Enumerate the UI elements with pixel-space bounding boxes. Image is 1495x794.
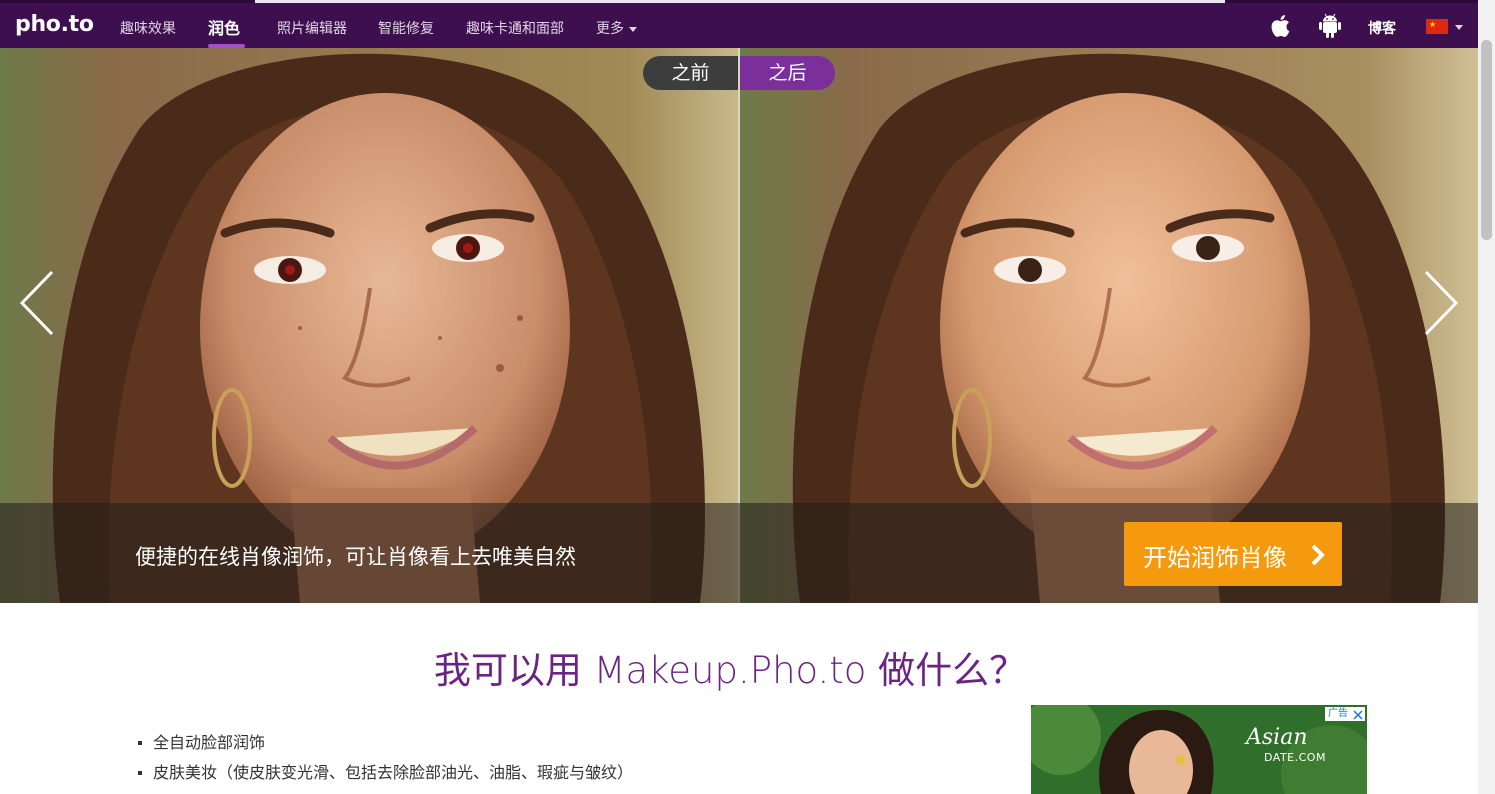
after-toggle-button[interactable]: 之后 xyxy=(740,56,835,90)
list-item: 皮肤美妆（使皮肤变光滑、包括去除脸部油光、油脂、瑕疵与皱纹） xyxy=(138,760,633,790)
site-logo[interactable]: pho.to xyxy=(15,12,94,37)
ad-brand-sub: DATE.COM xyxy=(1264,751,1326,764)
hero-caption-bar: 便捷的在线肖像润饰，可让肖像看上去唯美自然 开始润饰肖像 xyxy=(0,503,1478,603)
ad-label: 广告 xyxy=(1328,708,1348,719)
start-retouch-button[interactable]: 开始润饰肖像 xyxy=(1124,522,1342,586)
china-flag-icon[interactable]: ★ xyxy=(1426,19,1448,34)
chevron-left-icon[interactable] xyxy=(18,268,58,338)
close-icon[interactable] xyxy=(1351,707,1365,721)
blog-link[interactable]: 博客 xyxy=(1368,18,1396,38)
chevron-right-icon[interactable] xyxy=(1420,268,1460,338)
feature-list: 全自动脸部润饰 皮肤美妆（使皮肤变光滑、包括去除脸部油光、油脂、瑕疵与皱纹） xyxy=(138,730,633,790)
apple-icon[interactable] xyxy=(1270,13,1296,39)
advertisement-banner[interactable]: 广告 Asian DATE.COM xyxy=(1031,705,1367,794)
scrollbar-thumb[interactable] xyxy=(1481,40,1492,240)
nav-item-fun-effects[interactable]: 趣味效果 xyxy=(120,18,176,38)
android-icon[interactable] xyxy=(1318,13,1344,39)
section-title: 我可以用 Makeup.Pho.to 做什么？ xyxy=(433,649,1027,692)
hero-caption: 便捷的在线肖像润饰，可让肖像看上去唯美自然 xyxy=(135,545,576,569)
top-navbar: pho.to 趣味效果 润色 照片编辑器 智能修复 趣味卡通和面部 更多 博客 … xyxy=(0,3,1478,48)
start-retouch-label: 开始润饰肖像 xyxy=(1143,544,1287,572)
list-item: 全自动脸部润饰 xyxy=(138,730,633,760)
ad-brand: Asian xyxy=(1246,725,1308,750)
nav-item-more[interactable]: 更多 xyxy=(596,18,637,38)
flag-star-icon: ★ xyxy=(1429,20,1437,29)
nav-item-photo-editor[interactable]: 照片编辑器 xyxy=(277,18,347,38)
nav-item-retouch[interactable]: 润色 xyxy=(208,15,240,39)
before-toggle-button[interactable]: 之前 xyxy=(643,56,738,90)
cta-chevron-right-icon xyxy=(1310,543,1326,571)
language-chevron-down-icon[interactable] xyxy=(1455,25,1463,30)
nav-item-cartoon-faces[interactable]: 趣味卡通和面部 xyxy=(466,18,564,38)
ad-badge[interactable]: 广告 xyxy=(1325,707,1365,721)
nav-more-label: 更多 xyxy=(596,21,624,37)
hero-before-after: 之前 之后 便捷的在线肖像润饰，可让肖像看上去唯美自然 开始润饰肖像 xyxy=(0,48,1478,603)
nav-item-smart-repair[interactable]: 智能修复 xyxy=(378,18,434,38)
chevron-down-icon xyxy=(629,26,637,32)
